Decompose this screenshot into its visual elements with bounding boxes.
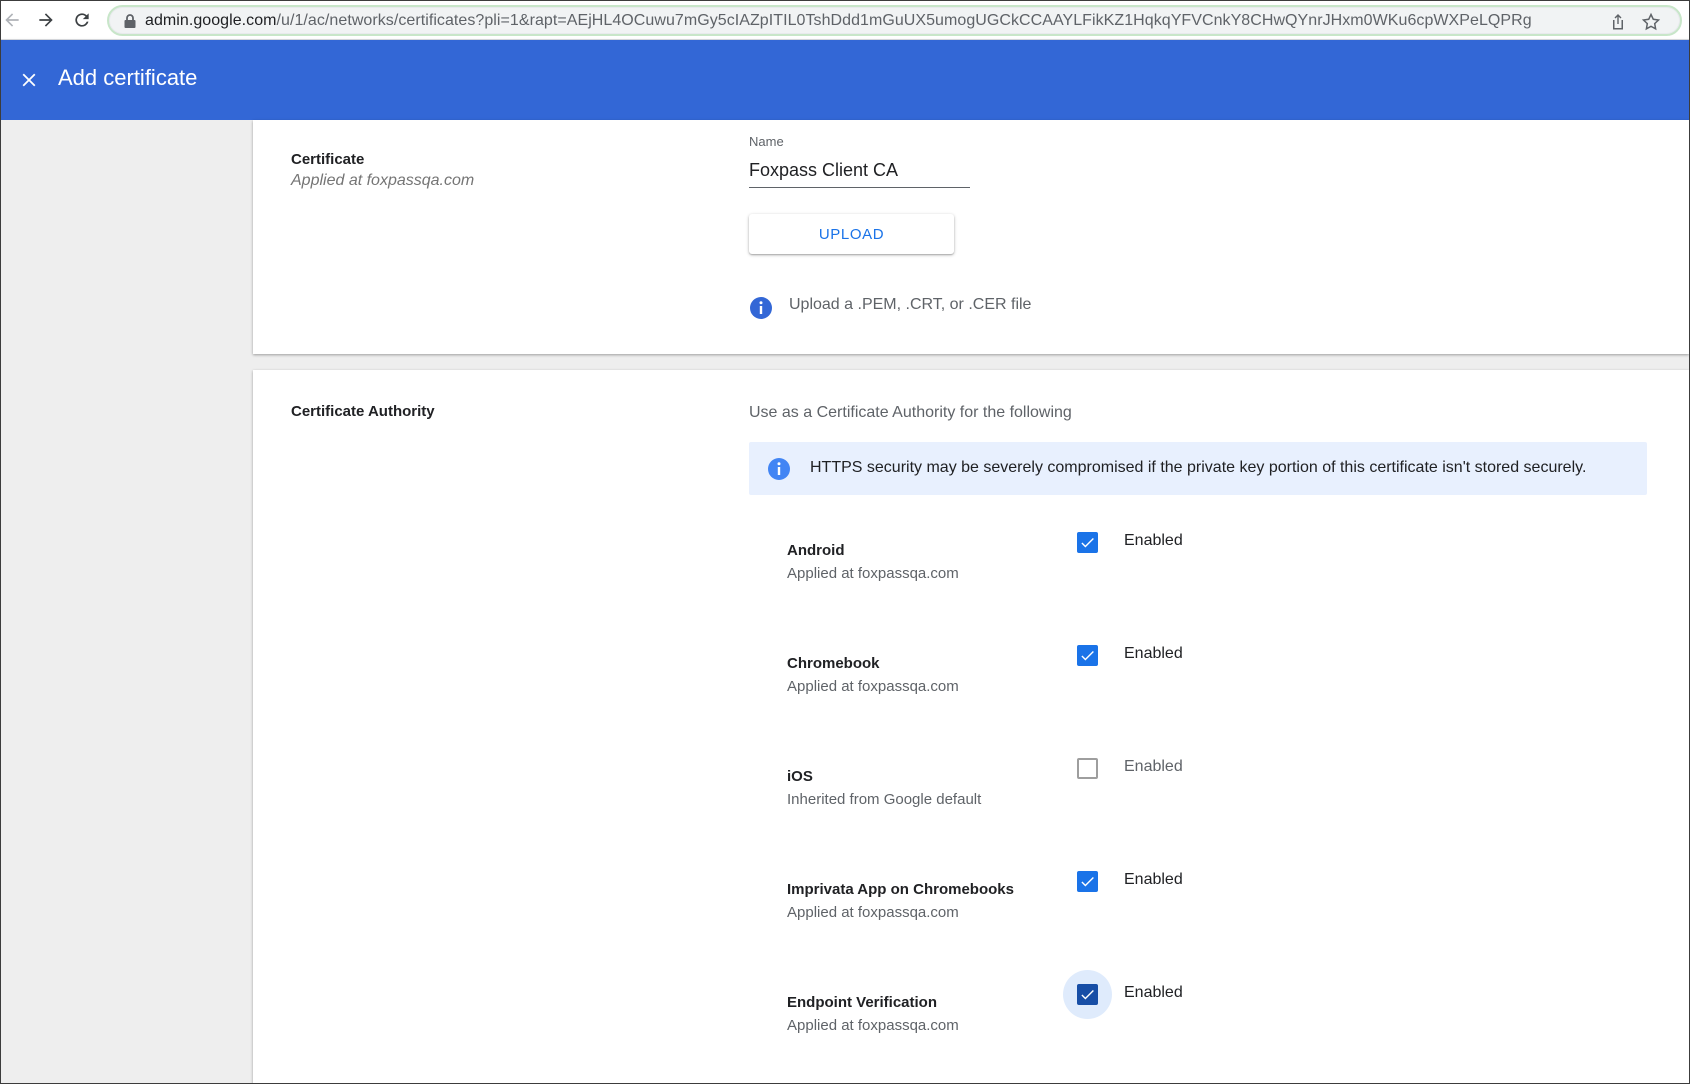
checkmark-icon (1081, 876, 1094, 887)
name-field[interactable] (749, 154, 970, 188)
arrow-left-icon (5, 13, 19, 27)
security-warning-text: HTTPS security may be severely compromis… (810, 459, 1587, 476)
enabled-label: Enabled (1124, 645, 1183, 662)
enabled-label: Enabled (1124, 532, 1183, 549)
certificate-section-title: Certificate (291, 151, 365, 168)
platform-name: Chromebook (787, 655, 880, 672)
platform-subtitle: Applied at foxpassqa.com (787, 678, 959, 695)
share-button[interactable] (1608, 12, 1628, 32)
checkmark-icon (1081, 650, 1094, 661)
back-button[interactable] (1, 7, 25, 33)
url-path: /u/1/ac/networks/certificates?pli=1&rapt… (276, 12, 1532, 29)
app-header: Add certificate (1, 40, 1689, 120)
page-title: Add certificate (58, 65, 198, 90)
certificate-authority-card: Certificate Authority Use as a Certifica… (253, 370, 1689, 1083)
url-text: admin.google.com/u/1/ac/networks/certifi… (145, 12, 1532, 30)
enabled-label: Enabled (1124, 984, 1183, 1001)
platform-name: Endpoint Verification (787, 994, 938, 1011)
android-enabled-checkbox[interactable] (1077, 532, 1098, 553)
imprivata-enabled-checkbox[interactable] (1077, 871, 1098, 892)
platform-subtitle: Inherited from Google default (787, 791, 982, 808)
platform-row-imprivata: Imprivata App on Chromebooks Applied at … (787, 871, 1647, 951)
url-host: admin.google.com (145, 12, 277, 29)
ca-section-title: Certificate Authority (291, 403, 435, 420)
reload-icon (75, 13, 89, 27)
upload-hint: Upload a .PEM, .CRT, or .CER file (789, 296, 1032, 313)
platform-row-endpoint-verification: Endpoint Verification Applied at foxpass… (787, 970, 1647, 1064)
platform-subtitle: Applied at foxpassqa.com (787, 904, 959, 921)
enabled-label: Enabled (1124, 871, 1183, 888)
platform-row-android: Android Applied at foxpassqa.com Enabled (787, 532, 1647, 612)
left-gutter (1, 120, 253, 1083)
ca-description: Use as a Certificate Authority for the f… (749, 404, 1072, 421)
certificate-section-subtitle: Applied at foxpassqa.com (291, 172, 475, 189)
reload-button[interactable] (69, 7, 95, 33)
certificate-card: Certificate Applied at foxpassqa.com Nam… (253, 120, 1689, 354)
close-button[interactable] (9, 60, 49, 100)
platform-row-ios: iOS Inherited from Google default Enable… (787, 758, 1647, 838)
platform-subtitle: Applied at foxpassqa.com (787, 1017, 959, 1034)
address-bar[interactable]: admin.google.com/u/1/ac/networks/certifi… (107, 5, 1682, 36)
info-icon (750, 297, 772, 319)
chromebook-enabled-checkbox[interactable] (1077, 645, 1098, 666)
name-field-label: Name (749, 134, 784, 149)
platform-name: Imprivata App on Chromebooks (787, 881, 1014, 898)
forward-button[interactable] (33, 7, 59, 33)
lock-icon (124, 14, 136, 28)
endpoint-verification-enabled-checkbox[interactable] (1077, 984, 1098, 1005)
enabled-label: Enabled (1124, 758, 1183, 775)
star-icon (1641, 12, 1661, 31)
upload-button[interactable]: UPLOAD (749, 214, 954, 254)
info-icon (768, 458, 790, 480)
arrow-right-icon (39, 13, 53, 27)
checkmark-icon (1081, 989, 1094, 1000)
close-icon (22, 73, 36, 87)
share-icon (1613, 14, 1623, 30)
platform-name: iOS (787, 768, 813, 785)
browser-toolbar: admin.google.com/u/1/ac/networks/certifi… (1, 1, 1689, 40)
window-frame: admin.google.com/u/1/ac/networks/certifi… (0, 0, 1690, 1084)
bookmark-button[interactable] (1641, 12, 1661, 32)
checkmark-icon (1081, 537, 1094, 548)
platform-name: Android (787, 542, 845, 559)
platform-row-chromebook: Chromebook Applied at foxpassqa.com Enab… (787, 645, 1647, 725)
security-warning-banner: HTTPS security may be severely compromis… (749, 442, 1647, 495)
ios-enabled-checkbox[interactable] (1077, 758, 1098, 779)
platform-subtitle: Applied at foxpassqa.com (787, 565, 959, 582)
